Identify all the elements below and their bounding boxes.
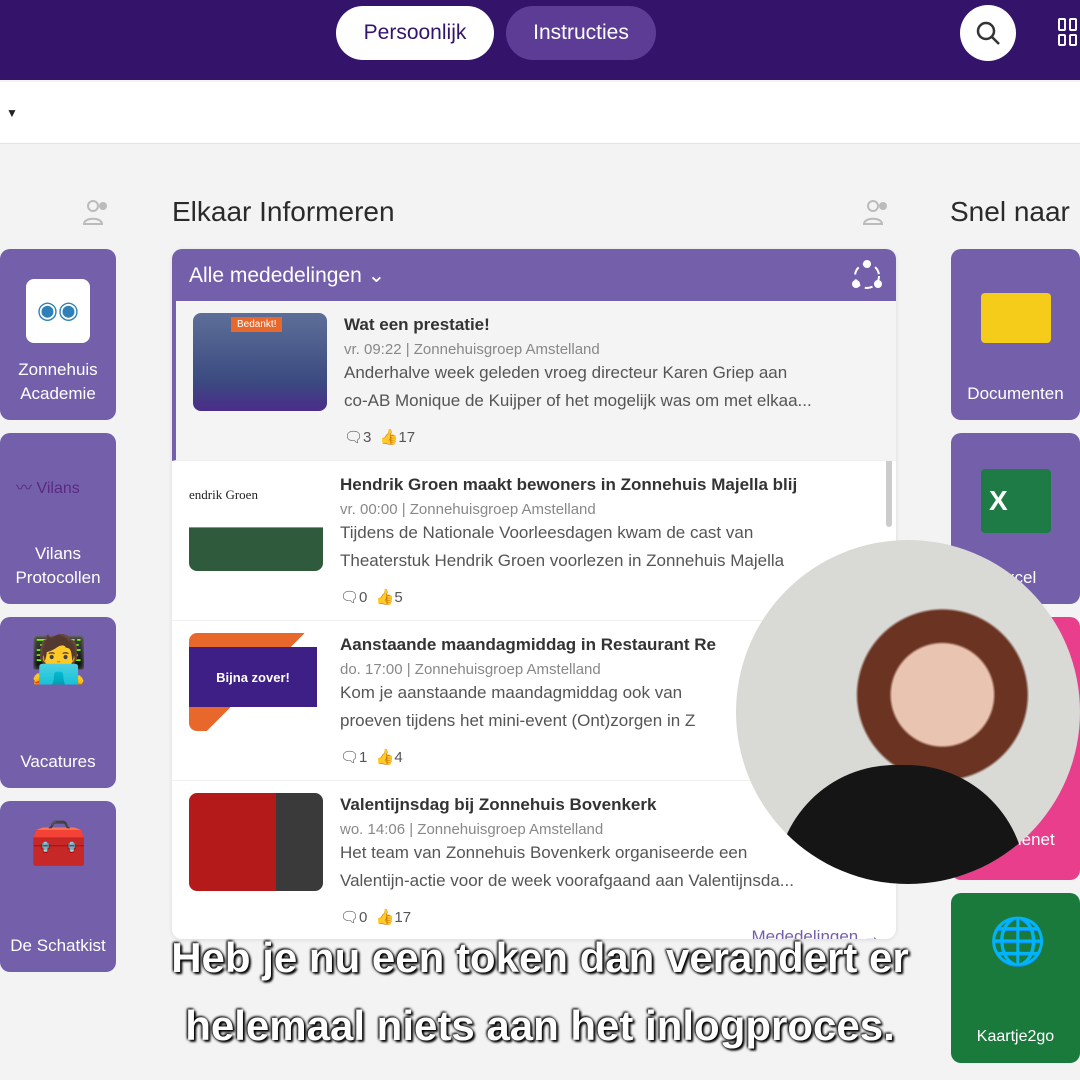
- thumbnail-text: Bijna zover!: [189, 647, 317, 707]
- section-title-snel-naar: Snel naar: [950, 196, 1070, 227]
- search-button[interactable]: [960, 5, 1016, 61]
- comment-icon: 🗨: [340, 589, 360, 606]
- item-meta: vr. 09:22 | Zonnehuisgroep Amstelland: [344, 341, 600, 358]
- user-group-icon[interactable]: [862, 198, 892, 226]
- tile-vilans-protocollen[interactable]: 〰 Vilans Vilans Protocollen: [0, 433, 116, 604]
- sub-bar: [0, 82, 1080, 144]
- top-bar: Persoonlijk Instructies: [0, 0, 1080, 80]
- list-item[interactable]: Bedankt! Wat een prestatie! vr. 09:22 | …: [172, 301, 896, 461]
- thumbs-up-icon[interactable]: 👍: [376, 749, 395, 766]
- comment-icon: 🗨: [340, 749, 360, 766]
- like-count: 17: [398, 429, 416, 446]
- item-title[interactable]: Wat een prestatie!: [344, 315, 896, 335]
- filter-label: Alle mededelingen: [189, 264, 362, 287]
- item-desc: Anderhalve week geleden vroeg directeur …: [344, 363, 788, 382]
- thumbs-up-icon[interactable]: 👍: [380, 429, 399, 446]
- tile-label: Vilans Protocollen: [15, 544, 101, 587]
- tab-instructies[interactable]: Instructies: [506, 6, 656, 60]
- comment-icon: 🗨: [344, 429, 364, 446]
- tile-zonnehuis-academie[interactable]: ◉◉ Zonnehuis Academie: [0, 249, 116, 420]
- comment-count: 0: [359, 589, 368, 606]
- comment-count: 3: [363, 429, 372, 446]
- comment-count: 1: [359, 749, 368, 766]
- subtitle-line: helemaal niets aan het inlogproces.: [185, 1002, 895, 1049]
- section-title-elkaar-informeren: Elkaar Informeren: [172, 196, 395, 227]
- search-icon: [976, 21, 1000, 45]
- thumbnail-text: endrik Groen: [189, 487, 258, 502]
- item-meta: vr. 00:00 | Zonnehuisgroep Amstelland: [340, 501, 596, 518]
- user-group-icon[interactable]: [82, 198, 112, 226]
- like-count: 5: [394, 589, 403, 606]
- excel-icon: X: [981, 469, 1051, 533]
- thumbnail-text: Bedankt!: [231, 317, 283, 332]
- desk-worker-icon: 🧑‍💻: [30, 633, 88, 685]
- chevron-down-icon: ⌄: [367, 264, 386, 287]
- thumbs-up-icon[interactable]: 👍: [376, 909, 395, 926]
- item-desc: Tijdens de Nationale Voorleesdagen kwam …: [340, 523, 754, 542]
- like-count: 17: [394, 909, 412, 926]
- announcements-filter[interactable]: Alle mededelingen ⌄: [172, 249, 896, 301]
- thumbnail: [189, 793, 323, 891]
- thumbnail: endrik Groen: [189, 473, 323, 571]
- tile-vacatures[interactable]: 🧑‍💻 Vacatures: [0, 617, 116, 788]
- item-desc: co-AB Monique de Kuijper of het mogelijk…: [344, 391, 812, 410]
- presenter: [776, 765, 1026, 884]
- folder-icon: [981, 293, 1051, 343]
- subtitle-line: Heb je nu een token dan verandert er: [171, 934, 909, 981]
- like-count: 4: [394, 749, 403, 766]
- owl-icon: ◉◉: [26, 279, 90, 343]
- apps-grid-icon[interactable]: [1058, 18, 1078, 46]
- comment-icon: 🗨: [340, 909, 360, 926]
- tile-documenten[interactable]: Documenten: [951, 249, 1080, 420]
- tile-label: Zonnehuis Academie: [18, 360, 98, 403]
- tab-persoonlijk[interactable]: Persoonlijk: [336, 6, 494, 60]
- tile-label: Documenten: [967, 384, 1064, 403]
- dropdown-caret-icon[interactable]: ▼: [6, 106, 18, 120]
- share-network-icon[interactable]: [850, 259, 884, 293]
- thumbnail: Bedankt!: [193, 313, 327, 411]
- thumbs-up-icon[interactable]: 👍: [376, 589, 395, 606]
- treasure-chest-icon: 🧰: [30, 817, 88, 869]
- comment-count: 0: [359, 909, 368, 926]
- vilans-logo: 〰 Vilans: [16, 480, 80, 497]
- tile-label: Vacatures: [20, 752, 96, 771]
- webcam-video-overlay: [736, 540, 1080, 884]
- thumbnail: Bijna zover!: [189, 633, 323, 731]
- item-title[interactable]: Hendrik Groen maakt bewoners in Zonnehui…: [340, 475, 896, 495]
